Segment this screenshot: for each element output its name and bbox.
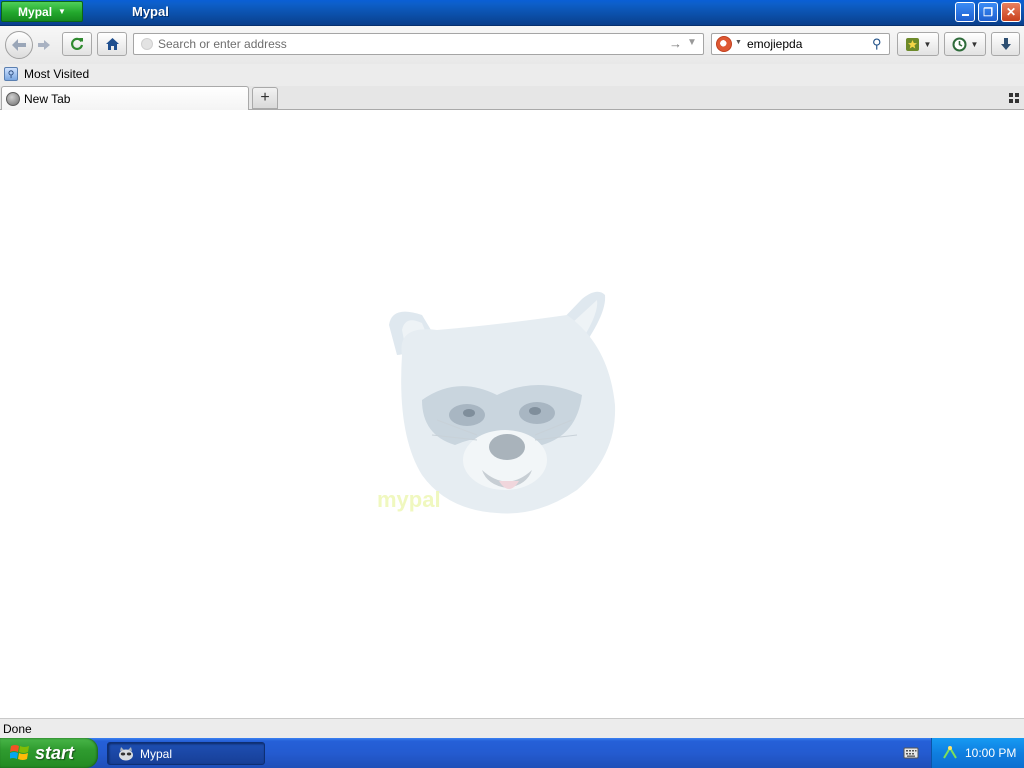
- bookmark-most-visited[interactable]: ⚲ Most Visited: [4, 67, 89, 81]
- grid-dot: [1009, 93, 1013, 97]
- grid-dot: [1015, 99, 1019, 103]
- minimize-icon: [961, 14, 969, 16]
- home-button[interactable]: [97, 32, 127, 56]
- bookmarks-toolbar: ⚲ Most Visited: [0, 64, 1024, 86]
- site-identity-icon: [141, 38, 153, 50]
- network-icon[interactable]: [942, 745, 958, 761]
- search-engine-caret-icon[interactable]: ▼: [735, 39, 742, 46]
- search-input[interactable]: [747, 34, 867, 54]
- url-input[interactable]: [158, 34, 658, 54]
- download-arrow-icon: [1000, 37, 1011, 50]
- clock[interactable]: 10:00 PM: [965, 746, 1016, 760]
- chevron-down-icon: ▼: [923, 39, 932, 49]
- start-button[interactable]: start: [0, 738, 98, 768]
- close-icon: ✕: [1005, 5, 1017, 19]
- chevron-down-icon: ▼: [970, 39, 979, 49]
- bookmark-star-icon: [905, 37, 919, 51]
- home-icon: [105, 38, 119, 50]
- duckduckgo-icon[interactable]: [716, 36, 732, 52]
- reload-button[interactable]: [62, 32, 92, 56]
- back-forward-group: [5, 31, 57, 59]
- tab-new-tab[interactable]: New Tab: [1, 86, 249, 110]
- app-menu-label: Mypal: [18, 4, 53, 19]
- history-menu-button[interactable]: ▼: [944, 32, 986, 56]
- url-dropdown-icon[interactable]: ▼: [687, 37, 697, 48]
- status-bar: Done: [0, 718, 1024, 738]
- address-bar[interactable]: → ▼: [133, 33, 704, 55]
- app-menu-button[interactable]: Mypal ▼: [1, 1, 83, 22]
- window-title: Mypal: [132, 4, 169, 19]
- tab-label: New Tab: [24, 91, 71, 106]
- go-arrow-icon[interactable]: →: [669, 36, 682, 51]
- globe-icon: [6, 91, 20, 106]
- close-button[interactable]: ✕: [1001, 2, 1021, 22]
- back-arrow-icon: [12, 39, 26, 51]
- start-label: start: [35, 742, 75, 763]
- grid-dot: [1015, 93, 1019, 97]
- back-button[interactable]: [5, 31, 33, 59]
- bookmarks-menu-button[interactable]: ▼: [897, 32, 939, 56]
- keyboard-icon[interactable]: [903, 746, 919, 760]
- bookmark-label: Most Visited: [24, 67, 90, 81]
- page-content: mypal: [0, 110, 1024, 718]
- status-text: Done: [3, 722, 32, 736]
- tab-strip: New Tab +: [0, 86, 1024, 110]
- new-tab-button[interactable]: +: [252, 87, 278, 109]
- grid-dot: [1009, 99, 1013, 103]
- mypal-raccoon-icon: [119, 746, 133, 760]
- title-bar: Mypal ▼ Mypal ❐ ✕: [0, 0, 1024, 26]
- search-bar[interactable]: ▼ ⚲: [711, 33, 890, 55]
- system-tray: 10:00 PM: [931, 738, 1024, 768]
- forward-button[interactable]: [33, 36, 55, 54]
- reload-icon: [71, 37, 84, 50]
- forward-arrow-icon: [38, 40, 50, 50]
- all-tabs-button[interactable]: [1007, 91, 1021, 105]
- restore-button[interactable]: ❐: [978, 2, 998, 22]
- chevron-down-icon: ▼: [58, 7, 66, 16]
- taskbar: start Mypal 10:00 PM: [0, 738, 1024, 768]
- search-icon[interactable]: ⚲: [872, 36, 882, 52]
- most-visited-icon: ⚲: [4, 67, 18, 81]
- taskbar-item-mypal[interactable]: Mypal: [107, 742, 265, 765]
- history-clock-icon: [952, 37, 967, 51]
- minimize-button[interactable]: [955, 2, 975, 22]
- taskbar-item-label: Mypal: [140, 746, 173, 761]
- mypal-raccoon-logo: mypal: [377, 291, 616, 514]
- windows-logo-icon: [10, 745, 29, 760]
- downloads-button[interactable]: [991, 32, 1020, 56]
- restore-icon: ❐: [983, 6, 993, 19]
- plus-icon: +: [260, 89, 270, 106]
- mypal-logo-text: mypal: [377, 487, 441, 512]
